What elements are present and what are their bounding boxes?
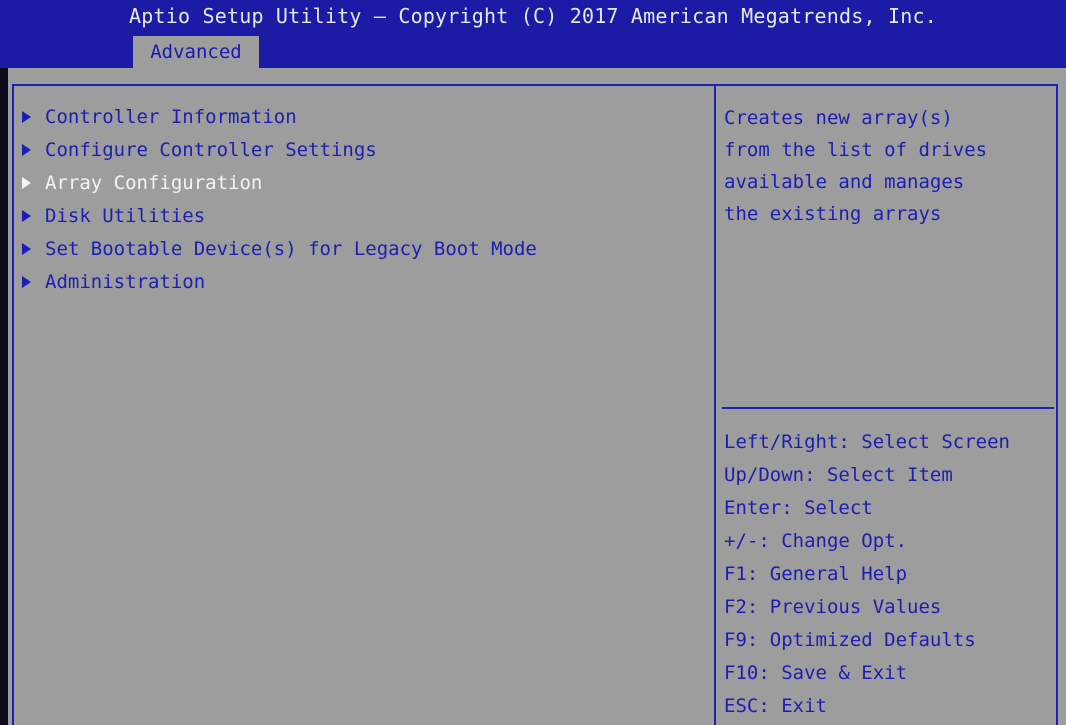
menu-item-set-bootable-devices[interactable]: Set Bootable Device(s) for Legacy Boot M…: [22, 232, 537, 265]
triangle-right-icon: [22, 275, 31, 288]
triangle-right-icon: [22, 209, 31, 222]
help-line: available and manages: [724, 171, 965, 193]
tab-advanced[interactable]: Advanced: [133, 36, 259, 68]
help-divider: [722, 407, 1054, 409]
key-hint: +/-: Change Opt.: [724, 530, 908, 552]
help-line: the existing arrays: [724, 203, 942, 225]
title-bar: Aptio Setup Utility – Copyright (C) 2017…: [0, 0, 1066, 68]
help-text: Creates new array(s) from the list of dr…: [724, 102, 987, 230]
help-line: Creates new array(s): [724, 107, 953, 129]
menu-item-disk-utilities[interactable]: Disk Utilities: [22, 199, 537, 232]
triangle-right-icon: [22, 143, 31, 156]
menu-item-label: Controller Information: [45, 105, 297, 128]
key-hint: F1: General Help: [724, 563, 908, 585]
menu-item-label: Set Bootable Device(s) for Legacy Boot M…: [45, 237, 537, 260]
key-legend: Left/Right: Select Screen Up/Down: Selec…: [724, 426, 1010, 723]
help-line: from the list of drives: [724, 139, 988, 161]
menu-item-array-configuration[interactable]: Array Configuration: [22, 166, 537, 199]
menu-item-administration[interactable]: Administration: [22, 265, 537, 298]
key-hint: Left/Right: Select Screen: [724, 431, 1010, 453]
menu-item-label: Array Configuration: [45, 171, 263, 194]
key-hint: Up/Down: Select Item: [724, 464, 953, 486]
vertical-divider: [714, 84, 716, 725]
advanced-menu: Controller Information Configure Control…: [22, 100, 537, 298]
menu-item-configure-controller-settings[interactable]: Configure Controller Settings: [22, 133, 537, 166]
triangle-right-icon: [22, 242, 31, 255]
app-title: Aptio Setup Utility – Copyright (C) 2017…: [129, 4, 937, 28]
key-hint: Enter: Select: [724, 497, 873, 519]
key-hint: ESC: Exit: [724, 695, 827, 717]
menu-item-controller-information[interactable]: Controller Information: [22, 100, 537, 133]
triangle-right-icon: [22, 110, 31, 123]
menu-item-label: Disk Utilities: [45, 204, 206, 227]
key-hint: F2: Previous Values: [724, 596, 942, 618]
key-hint: F9: Optimized Defaults: [724, 629, 976, 651]
triangle-right-icon: [22, 176, 31, 189]
menu-item-label: Administration: [45, 270, 206, 293]
key-hint: F10: Save & Exit: [724, 662, 908, 684]
menu-item-label: Configure Controller Settings: [45, 138, 377, 161]
